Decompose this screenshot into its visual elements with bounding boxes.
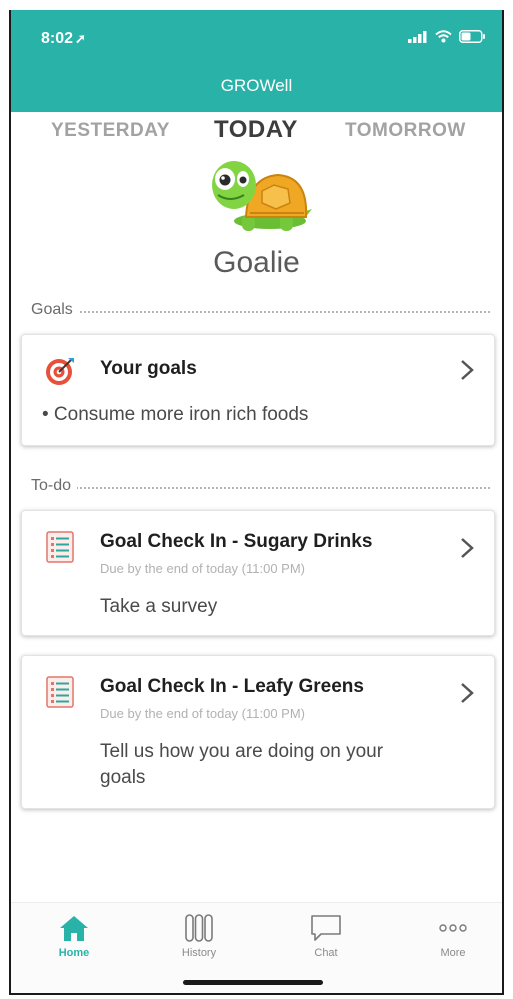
tab-more[interactable]: More — [408, 913, 498, 959]
your-goals-title: Your goals — [100, 358, 197, 379]
chat-icon — [311, 915, 341, 941]
todo-divider — [31, 487, 490, 489]
todo-body: Take a survey — [100, 596, 218, 617]
chevron-right-icon[interactable] — [460, 537, 474, 559]
goals-section-label: Goals — [31, 301, 79, 319]
tab-more-label: More — [440, 947, 466, 959]
app-header: 8:02 ➚ GROWell — [11, 10, 502, 112]
todo-card-leafy-greens[interactable]: Goal Check In - Leafy Greens Due by the … — [21, 655, 495, 809]
tab-history-label: History — [181, 947, 217, 959]
tab-history[interactable]: History — [154, 913, 244, 959]
tab-chat-label: Chat — [314, 947, 338, 959]
target-icon — [46, 358, 74, 385]
more-icon — [439, 924, 467, 932]
status-icons — [408, 30, 486, 43]
goals-divider — [31, 311, 490, 313]
todo-title: Goal Check In - Sugary Drinks — [100, 531, 373, 552]
todo-due: Due by the end of today (11:00 PM) — [100, 706, 305, 721]
tab-home-label: Home — [58, 947, 90, 959]
todo-section-label: To-do — [31, 477, 78, 495]
tab-today[interactable]: TODAY — [214, 116, 298, 144]
mascot-name: Goalie — [213, 246, 300, 279]
history-icon — [185, 914, 213, 942]
chevron-right-icon[interactable] — [460, 682, 474, 704]
todo-card-sugary-drinks[interactable]: Goal Check In - Sugary Drinks Due by the… — [21, 510, 495, 636]
tab-tomorrow[interactable]: TOMORROW — [345, 120, 466, 142]
checklist-icon — [46, 531, 74, 563]
wifi-icon — [435, 30, 452, 43]
home-indicator — [183, 980, 323, 985]
status-time-text: 8:02 — [41, 30, 74, 47]
turtle-icon — [212, 161, 312, 231]
app-title: GROWell — [220, 76, 293, 95]
battery-icon — [459, 30, 485, 43]
tab-home[interactable]: Home — [29, 913, 119, 959]
checklist-icon — [46, 676, 74, 708]
goal-item: • Consume more iron rich foods — [42, 404, 309, 425]
tab-yesterday[interactable]: YESTERDAY — [51, 120, 170, 142]
tab-chat[interactable]: Chat — [281, 913, 371, 959]
cellular-signal-icon — [408, 30, 427, 43]
todo-due: Due by the end of today (11:00 PM) — [100, 561, 305, 576]
chevron-right-icon[interactable] — [460, 359, 474, 381]
location-arrow-icon: ➚ — [75, 31, 86, 46]
your-goals-card[interactable]: Your goals • Consume more iron rich food… — [21, 334, 495, 446]
day-selector: YESTERDAY TODAY TOMORROW — [11, 114, 502, 150]
phone-screen: 8:02 ➚ GROWell YESTERDAY TODAY TOMORROW … — [9, 10, 504, 995]
status-time: 8:02 ➚ — [41, 30, 86, 48]
todo-title: Goal Check In - Leafy Greens — [100, 676, 364, 697]
todo-body: Tell us how you are doing on your goals — [100, 741, 384, 788]
home-icon — [60, 916, 88, 941]
bottom-tab-bar: Home History Chat More — [11, 902, 502, 993]
